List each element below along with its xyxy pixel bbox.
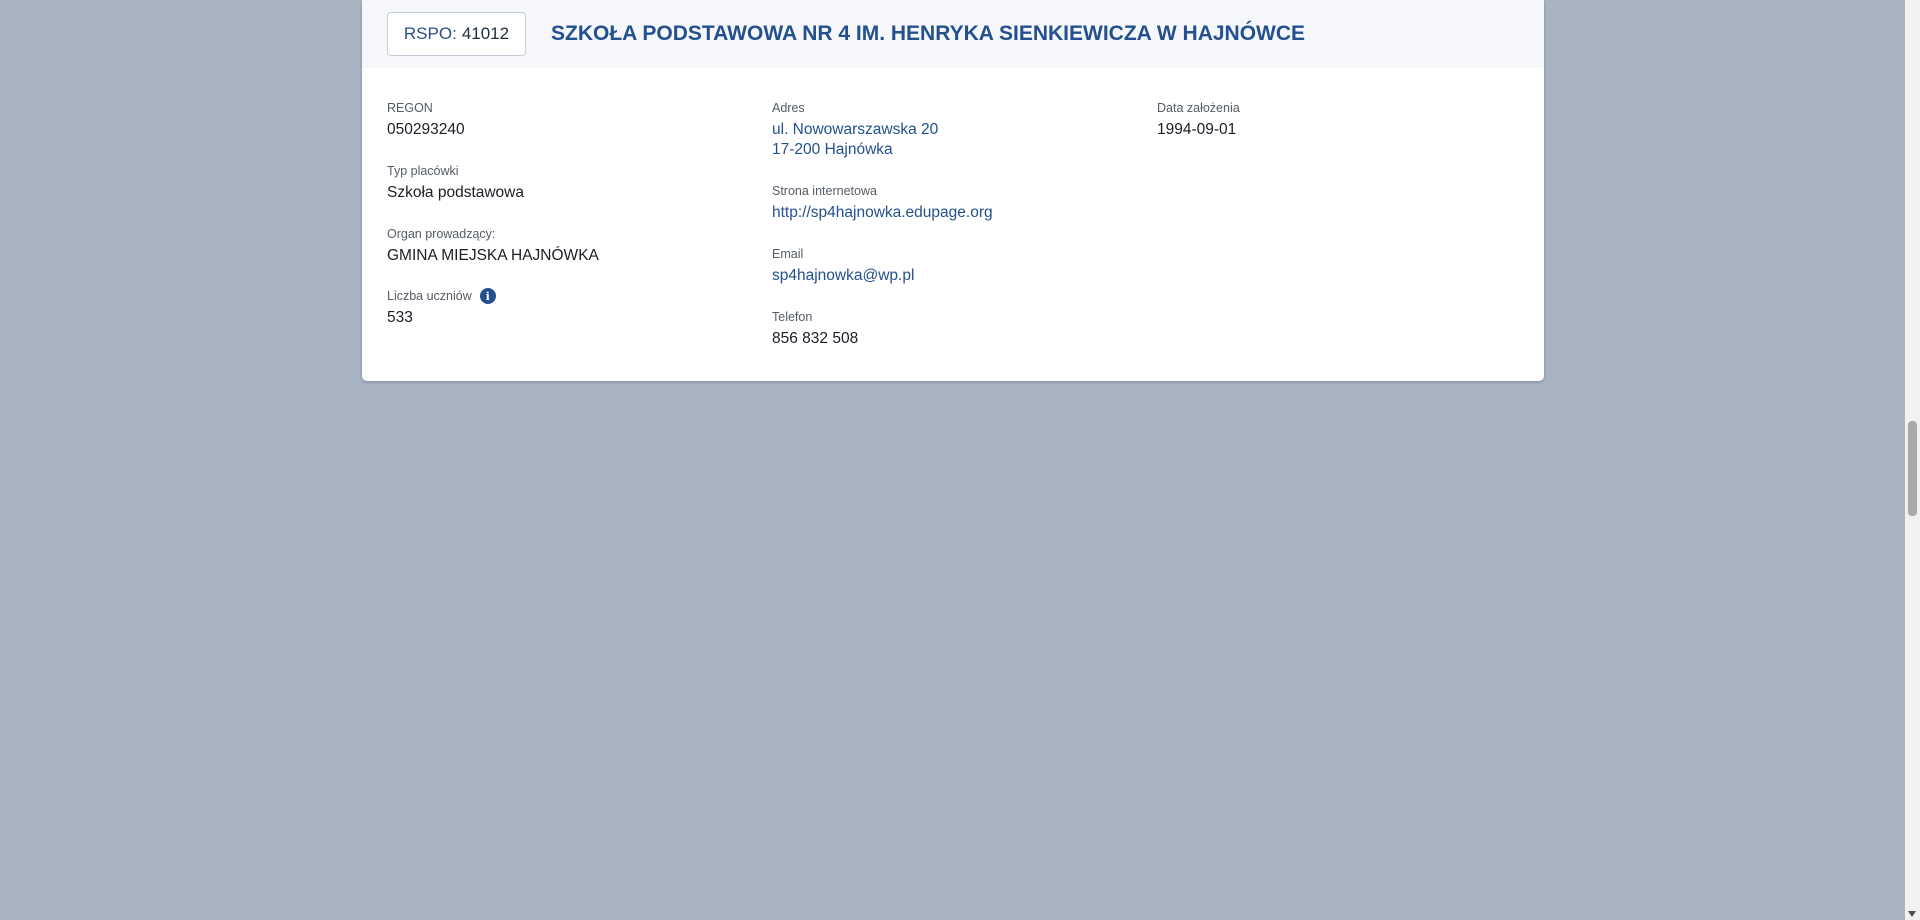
phone-value: 856 832 508	[772, 330, 859, 347]
address-field: Adres ul. Nowowarszawska 20 17-200 Hajnó…	[772, 100, 938, 160]
organ-field: Organ prowadzący: GMINA MIEJSKA HAJNÓWKA	[387, 226, 599, 266]
website-label: Strona internetowa	[772, 184, 877, 198]
organ-value: GMINA MIEJSKA HAJNÓWKA	[387, 247, 599, 264]
rspo-badge: RSPO: 41012	[387, 12, 526, 56]
info-icon[interactable]: i	[479, 288, 496, 304]
students-field: Liczba uczniów i 533	[387, 288, 496, 328]
rspo-label: RSPO:	[403, 24, 457, 43]
vertical-scrollbar[interactable]	[1905, 0, 1920, 920]
founded-label: Data założenia	[1157, 101, 1240, 115]
scrollbar-thumb[interactable]	[1908, 421, 1917, 516]
address-label: Adres	[772, 101, 805, 115]
email-link[interactable]: sp4hajnowka@wp.pl	[772, 266, 914, 286]
school-card: RSPO: 41012 SZKOŁA PODSTAWOWA NR 4 IM. H…	[362, 0, 1544, 381]
students-label: Liczba uczniów	[387, 289, 472, 303]
type-field: Typ placówki Szkoła podstawowa	[387, 163, 524, 203]
rspo-value: 41012	[461, 24, 510, 43]
website-field: Strona internetowa http://sp4hajnowka.ed…	[772, 183, 993, 223]
phone-label: Telefon	[772, 310, 813, 324]
regon-value: 050293240	[387, 121, 465, 138]
organ-label: Organ prowadzący:	[387, 227, 496, 241]
card-header: RSPO: 41012 SZKOŁA PODSTAWOWA NR 4 IM. H…	[362, 0, 1544, 68]
students-value: 533	[387, 309, 413, 326]
email-field: Email sp4hajnowka@wp.pl	[772, 246, 914, 286]
address-line2: 17-200 Hajnówka	[772, 141, 893, 158]
regon-field: REGON 050293240	[387, 100, 465, 140]
type-label: Typ placówki	[387, 164, 459, 178]
email-label: Email	[772, 247, 804, 261]
regon-label: REGON	[387, 101, 433, 115]
type-value: Szkoła podstawowa	[387, 184, 524, 201]
school-name: SZKOŁA PODSTAWOWA NR 4 IM. HENRYKA SIENK…	[551, 22, 1306, 45]
address-line1: ul. Nowowarszawska 20	[772, 121, 939, 138]
phone-field: Telefon 856 832 508	[772, 309, 858, 349]
website-link[interactable]: http://sp4hajnowka.edupage.org	[772, 203, 993, 223]
founded-field: Data założenia 1994-09-01	[1157, 100, 1240, 140]
address-link[interactable]: ul. Nowowarszawska 20 17-200 Hajnówka	[772, 120, 938, 160]
scroll-down-arrow-icon[interactable]	[1908, 911, 1916, 917]
founded-value: 1994-09-01	[1157, 121, 1237, 138]
